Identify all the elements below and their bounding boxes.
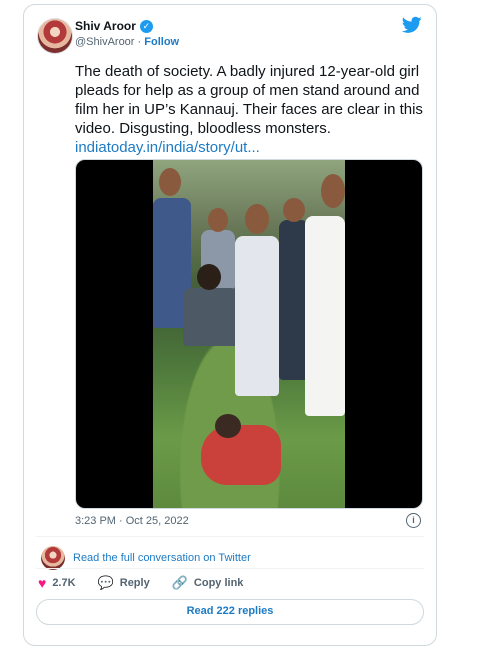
video-girl-figure [201,425,281,485]
verified-badge-icon: ✓ [139,19,153,33]
video-frame[interactable] [153,160,345,508]
tweet-text: The death of society. A badly injured 12… [75,63,423,137]
like-count: 2.7K [52,577,76,589]
copy-link-button[interactable]: 🔗 Copy link [172,575,244,591]
article-link[interactable]: indiatoday.in/india/story/ut... [75,138,427,157]
tweet-actions: ♥ 2.7K 💬 Reply 🔗 Copy link [38,575,265,591]
author-avatar[interactable] [37,18,73,54]
author-name[interactable]: Shiv Aroor [75,19,136,33]
video-figure-head [159,168,181,196]
author-handle-row: @ShivAroor · Follow [75,36,179,48]
copy-link-label: Copy link [193,577,244,589]
video-figure [305,216,345,416]
video-girl-head [215,414,241,438]
reply-label: Reply [119,577,150,589]
read-conversation-row[interactable]: Read the full conversation on Twitter [41,546,251,570]
link-icon: 🔗 [171,575,188,590]
read-conversation-link[interactable]: Read the full conversation on Twitter [73,552,251,564]
video-figure [235,236,279,396]
video-figure [183,288,239,346]
read-replies-button[interactable]: Read 222 replies [36,599,424,625]
author-name-row[interactable]: Shiv Aroor ✓ [75,19,153,33]
video-figure-head [245,204,269,234]
video-figure-head [208,208,228,232]
speech-bubble-icon: 💬 [97,575,114,590]
video-figure-head [197,264,221,290]
tweet-timestamp[interactable]: 3:23 PM · Oct 25, 2022 [75,515,189,527]
like-button[interactable]: ♥ 2.7K [38,575,76,591]
divider [36,568,424,569]
video-figure-head [283,198,305,222]
tweet-body: The death of society. A badly injured 12… [75,62,427,157]
separator-dot: · [137,36,142,48]
tweet-video[interactable] [75,159,423,509]
embedded-tweet-card: Shiv Aroor ✓ @ShivAroor · Follow The dea… [23,4,437,646]
info-icon[interactable]: i [406,513,421,528]
follow-button[interactable]: Follow [144,36,179,48]
reply-button[interactable]: 💬 Reply [98,575,150,591]
heart-icon: ♥ [38,575,47,591]
divider [36,536,424,537]
video-figure-head [321,174,345,208]
twitter-bird-icon[interactable] [402,16,422,34]
author-handle[interactable]: @ShivAroor [75,36,134,48]
author-avatar-small [41,546,65,570]
